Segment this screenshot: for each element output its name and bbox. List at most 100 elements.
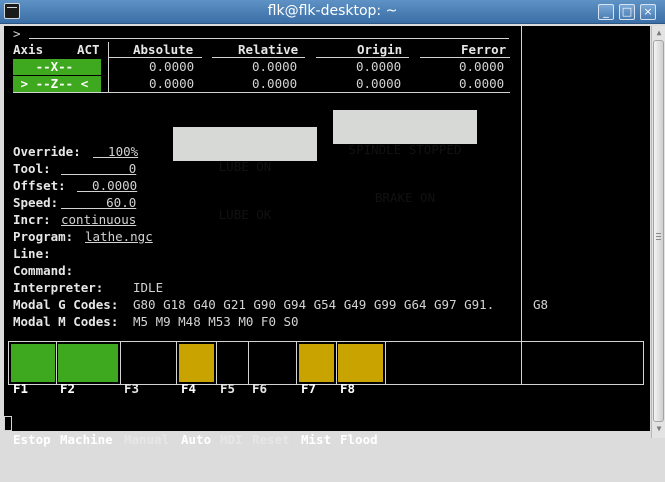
program-value: lathe.ngc [85, 229, 153, 244]
dro-column-divider [108, 42, 109, 93]
f7-key: F7 [301, 381, 317, 396]
fkey-bar-right [643, 341, 644, 385]
fkey-bar-left [8, 341, 9, 385]
f4-label: Auto [181, 432, 212, 447]
relative-underline [212, 57, 305, 58]
incr-label: Incr: [13, 212, 51, 227]
f4-key: F4 [181, 381, 197, 396]
command-label: Command: [13, 263, 74, 278]
z-origin-value: 0.0000 [356, 76, 402, 91]
f2-label: Machine [60, 432, 113, 447]
absolute-underline [109, 57, 202, 58]
dro-bottom-line [13, 92, 510, 93]
axis-x-indicator[interactable]: --X-- [13, 59, 101, 75]
dro-header-ferror: Ferror [461, 42, 507, 57]
f2-key: F2 [60, 381, 76, 396]
mcodes-label: Modal M Codes: [13, 314, 119, 329]
f6-key: F6 [252, 381, 268, 396]
override-label: Override: [13, 144, 81, 159]
window-titlebar[interactable]: flk@flk-desktop: ~ _ □ × [0, 0, 665, 24]
z-relative-value: 0.0000 [252, 76, 298, 91]
f6-reset-button[interactable]: F6 Reset [250, 344, 296, 447]
fkey-sep [216, 341, 217, 385]
f3-manual-button[interactable]: F3 Manual [122, 344, 177, 447]
offset-label: Offset: [13, 178, 66, 193]
window-title: flk@flk-desktop: ~ [267, 3, 398, 19]
minimize-icon[interactable]: _ [598, 4, 614, 20]
close-icon[interactable]: × [640, 4, 656, 20]
line-label: Line: [13, 246, 51, 261]
interpreter-label: Interpreter: [13, 280, 104, 295]
fkey-sep [385, 341, 386, 385]
incr-value: continuous [61, 212, 137, 227]
offset-value: 0.0000 [77, 178, 138, 193]
dro-header-act: ACT [77, 42, 100, 57]
brake-status: BRAKE ON [374, 190, 436, 205]
f8-key: F8 [340, 381, 356, 396]
spindle-status-box: SPINDLE STOPPED BRAKE ON [333, 110, 477, 205]
x-relative-value: 0.0000 [252, 59, 298, 74]
z-ferror-value: 0.0000 [459, 76, 505, 91]
f1-label: Estop [13, 432, 51, 447]
f1-key: F1 [13, 381, 29, 396]
scroll-up-icon[interactable]: ▲ [654, 28, 664, 38]
f8-flood-button[interactable]: F8 Flood [338, 344, 383, 447]
scroll-thumb[interactable] [653, 40, 664, 422]
scroll-down-icon[interactable]: ▼ [654, 424, 664, 434]
f1-estop-button[interactable]: F1 Estop [11, 344, 55, 447]
dro-header-origin: Origin [357, 42, 403, 57]
prompt-underline [29, 38, 509, 39]
x-origin-value: 0.0000 [356, 59, 402, 74]
z-absolute-value: 0.0000 [149, 76, 195, 91]
gcodes-value: G80 G18 G40 G21 G90 G94 G54 G49 G99 G64 … [133, 297, 495, 312]
fkey-sep [248, 341, 249, 385]
spindle-status: SPINDLE STOPPED [348, 142, 462, 157]
dro-header-relative: Relative [238, 42, 299, 57]
origin-underline [316, 57, 409, 58]
axis-z-indicator[interactable]: > --Z-- < [13, 76, 101, 92]
f5-mdi-button[interactable]: F5 MDI [218, 344, 248, 447]
grip-line [656, 233, 661, 234]
tool-label: Tool: [13, 161, 51, 176]
speed-label: Speed: [13, 195, 59, 210]
interpreter-value: IDLE [133, 280, 164, 295]
dro-header-absolute: Absolute [133, 42, 194, 57]
dro-header-axis: Axis [13, 42, 44, 57]
gcodes-overflow: G8 [533, 297, 549, 312]
lube-ok-status: LUBE OK [218, 207, 272, 222]
terminal-area[interactable]: > Axis ACT Absolute Relative Origin Ferr… [4, 26, 650, 447]
ferror-underline [420, 57, 510, 58]
fkey-sep [56, 341, 57, 385]
fkey-bar-top [8, 341, 644, 342]
mcodes-value: M5 M9 M48 M53 M0 F0 S0 [133, 314, 299, 329]
override-value: 100% [93, 144, 139, 159]
lube-on-status: LUBE ON [218, 159, 272, 174]
f7-label: Mist [301, 432, 332, 447]
f5-key: F5 [220, 381, 236, 396]
x-ferror-value: 0.0000 [459, 59, 505, 74]
text-cursor [4, 416, 12, 431]
lube-status-box: LUBE ON LUBE OK [173, 127, 317, 222]
fkey-sep [336, 341, 337, 385]
x-absolute-value: 0.0000 [149, 59, 195, 74]
f6-label: Reset [252, 432, 290, 447]
gcodes-label: Modal G Codes: [13, 297, 119, 312]
fkey-sep [120, 341, 121, 385]
fkey-sep [176, 341, 177, 385]
speed-value: 60.0 [61, 195, 137, 210]
fkey-sep [296, 341, 297, 385]
f2-machine-button[interactable]: F2 Machine [58, 344, 118, 447]
program-label: Program: [13, 229, 74, 244]
vertical-scrollbar[interactable]: ▲ ▼ [651, 26, 665, 438]
prompt-symbol: > [13, 26, 21, 41]
f8-label: Flood [340, 432, 378, 447]
right-panel-divider [521, 26, 522, 344]
f3-label: Manual [124, 432, 170, 447]
f5-label: MDI [220, 432, 243, 447]
maximize-icon[interactable]: □ [619, 4, 635, 20]
f7-mist-button[interactable]: F7 Mist [299, 344, 334, 447]
f4-auto-button[interactable]: F4 Auto [179, 344, 214, 447]
grip-line [656, 236, 661, 237]
f3-key: F3 [124, 381, 140, 396]
tool-value: 0 [61, 161, 137, 176]
